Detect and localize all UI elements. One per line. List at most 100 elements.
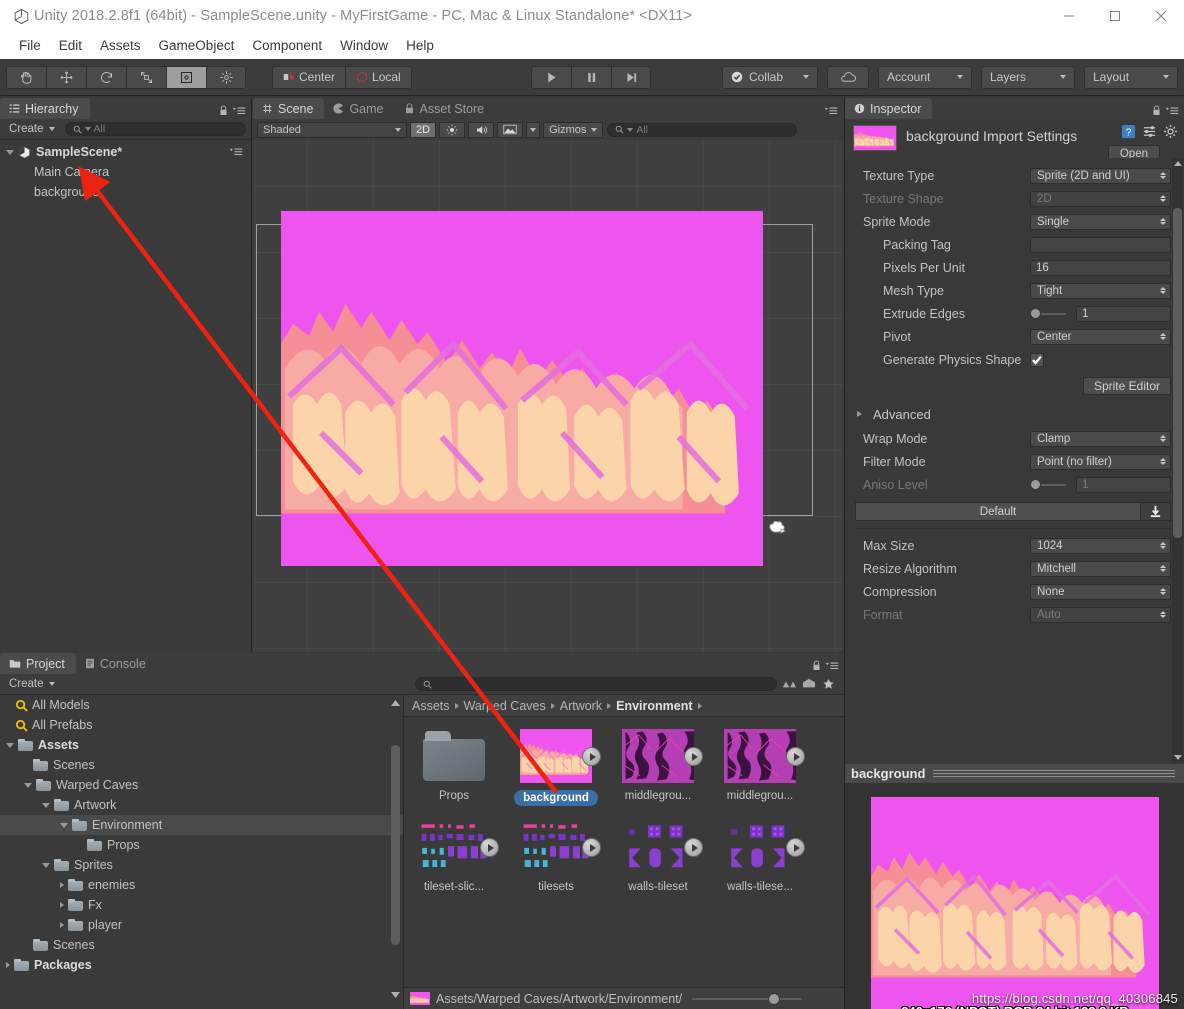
sprite-expand-button[interactable] [582, 747, 601, 766]
label-filter-icon[interactable] [802, 678, 816, 690]
scene-effects-toggle[interactable] [497, 121, 524, 138]
collab-button[interactable]: Collab [721, 65, 818, 89]
inspector-scrollbar[interactable] [1172, 158, 1183, 763]
lock-icon[interactable] [812, 660, 821, 671]
dropdown[interactable]: Mitchell [1030, 560, 1171, 577]
sprite-expand-button[interactable] [684, 838, 703, 857]
account-button[interactable]: Account [878, 65, 972, 89]
asset-grid-item[interactable]: walls-tileset [622, 820, 703, 893]
dropdown[interactable]: 2D [1030, 190, 1171, 207]
slider-knob[interactable] [1030, 308, 1041, 319]
hierarchy-scene-row[interactable]: SampleScene* [0, 142, 251, 162]
sprite-expand-button[interactable] [786, 838, 805, 857]
hierarchy-search-input[interactable]: All [64, 122, 246, 136]
menu-help[interactable]: Help [397, 36, 443, 55]
project-search-input[interactable] [414, 677, 777, 691]
close-button[interactable] [1138, 0, 1184, 32]
pivot-rotation-button[interactable]: Local [345, 65, 412, 89]
tab-project[interactable]: Project [0, 653, 76, 674]
tab-game[interactable]: Game [324, 98, 395, 119]
sprite-expand-button[interactable] [786, 747, 805, 766]
menu-gameobject[interactable]: GameObject [150, 36, 244, 55]
dropdown[interactable]: Sprite (2D and UI) [1030, 167, 1171, 184]
project-tree-row[interactable]: All Prefabs [0, 715, 403, 735]
asset-grid-item[interactable]: tileset-slic... [418, 820, 499, 893]
hierarchy-item-background[interactable]: background [0, 182, 251, 202]
scroll-thumb[interactable] [1173, 208, 1182, 538]
dropdown[interactable]: Auto [1030, 606, 1171, 623]
chevron-down-icon[interactable] [6, 149, 14, 155]
slider[interactable] [1030, 306, 1070, 322]
scene-gizmos-dropdown[interactable]: Gizmos [543, 121, 604, 138]
platform-tab-default[interactable]: Default [855, 502, 1141, 521]
tab-hierarchy[interactable]: Hierarchy [0, 98, 90, 119]
preset-icon[interactable] [1142, 124, 1157, 139]
slider-value-input[interactable]: 1 [1076, 305, 1171, 322]
step-button[interactable] [611, 65, 651, 89]
layout-button[interactable]: Layout [1084, 65, 1178, 89]
sprite-expand-button[interactable] [684, 747, 703, 766]
panel-menu-icon[interactable] [232, 106, 246, 116]
slider-knob[interactable] [768, 992, 781, 1005]
help-icon[interactable]: ? [1121, 124, 1136, 139]
star-icon[interactable] [822, 678, 835, 690]
scene-lighting-toggle[interactable] [439, 121, 466, 138]
project-tree-scrollbar[interactable] [390, 699, 401, 999]
breadcrumb-item[interactable]: Warped Caves [464, 699, 546, 713]
breadcrumb-item[interactable]: Assets [412, 699, 450, 713]
dropdown[interactable]: Single [1030, 213, 1171, 230]
project-tree-row[interactable]: Assets [0, 735, 403, 755]
move-tool-button[interactable] [46, 65, 86, 89]
asset-grid-item[interactable]: Props [418, 729, 490, 806]
hand-tool-button[interactable] [6, 65, 46, 89]
scene-draw-mode-dropdown[interactable]: Shaded [257, 121, 407, 138]
project-tree-row[interactable]: Environment [0, 815, 403, 835]
dropdown[interactable]: Center [1030, 328, 1171, 345]
layers-button[interactable]: Layers [981, 65, 1075, 89]
favorites-filter-icon[interactable] [781, 678, 796, 690]
hierarchy-item-main-camera[interactable]: Main Camera [0, 162, 251, 182]
chevron-down-icon[interactable] [60, 822, 68, 828]
panel-menu-icon[interactable] [825, 661, 839, 671]
scroll-up-arrow-icon[interactable] [1174, 161, 1182, 166]
cloud-button[interactable] [827, 65, 869, 89]
chevron-down-icon[interactable] [42, 862, 50, 868]
rotate-tool-button[interactable] [86, 65, 126, 89]
asset-grid-item[interactable]: tilesets [520, 820, 601, 893]
project-tree-row[interactable]: Scenes [0, 935, 403, 955]
chevron-right-icon[interactable] [60, 902, 64, 908]
tab-asset-store[interactable]: Asset Store [394, 98, 496, 119]
breadcrumb-item[interactable]: Environment [616, 699, 692, 713]
scroll-down-arrow-icon[interactable] [1174, 755, 1182, 760]
chevron-down-icon[interactable] [42, 802, 50, 808]
menu-assets[interactable]: Assets [91, 36, 150, 55]
download-icon[interactable] [1141, 502, 1171, 521]
dropdown[interactable]: Point (no filter) [1030, 453, 1171, 470]
asset-grid-item[interactable]: walls-tilese... [724, 820, 805, 893]
scene-menu-icon[interactable] [229, 147, 243, 157]
menu-window[interactable]: Window [331, 36, 397, 55]
project-tree-row[interactable]: player [0, 915, 403, 935]
asset-grid-item[interactable]: middlegrou... [724, 729, 805, 806]
project-tree-row[interactable]: Sprites [0, 855, 403, 875]
gear-icon[interactable] [1163, 124, 1178, 139]
scene-sprite-background[interactable] [281, 211, 763, 566]
minimize-button[interactable] [1046, 0, 1092, 32]
transform-tool-button[interactable] [206, 65, 246, 89]
lock-icon[interactable] [1152, 105, 1161, 116]
project-tree-row[interactable]: Warped Caves [0, 775, 403, 795]
rect-tool-button[interactable] [166, 65, 206, 89]
chevron-down-icon[interactable] [24, 782, 32, 788]
panel-menu-icon[interactable] [1165, 106, 1179, 116]
sprite-expand-button[interactable] [582, 838, 601, 857]
checkbox[interactable] [1030, 352, 1044, 367]
scene-viewport[interactable] [253, 140, 843, 652]
scene-search-input[interactable]: All [607, 122, 798, 137]
asset-grid-item[interactable]: middlegrou... [622, 729, 703, 806]
slider[interactable] [1030, 477, 1070, 493]
asset-grid-item[interactable]: background [514, 729, 601, 806]
chevron-down-icon[interactable] [6, 742, 14, 748]
slider-knob[interactable] [1030, 479, 1041, 490]
breadcrumb-item[interactable]: Artwork [560, 699, 602, 713]
project-tree-row[interactable]: enemies [0, 875, 403, 895]
